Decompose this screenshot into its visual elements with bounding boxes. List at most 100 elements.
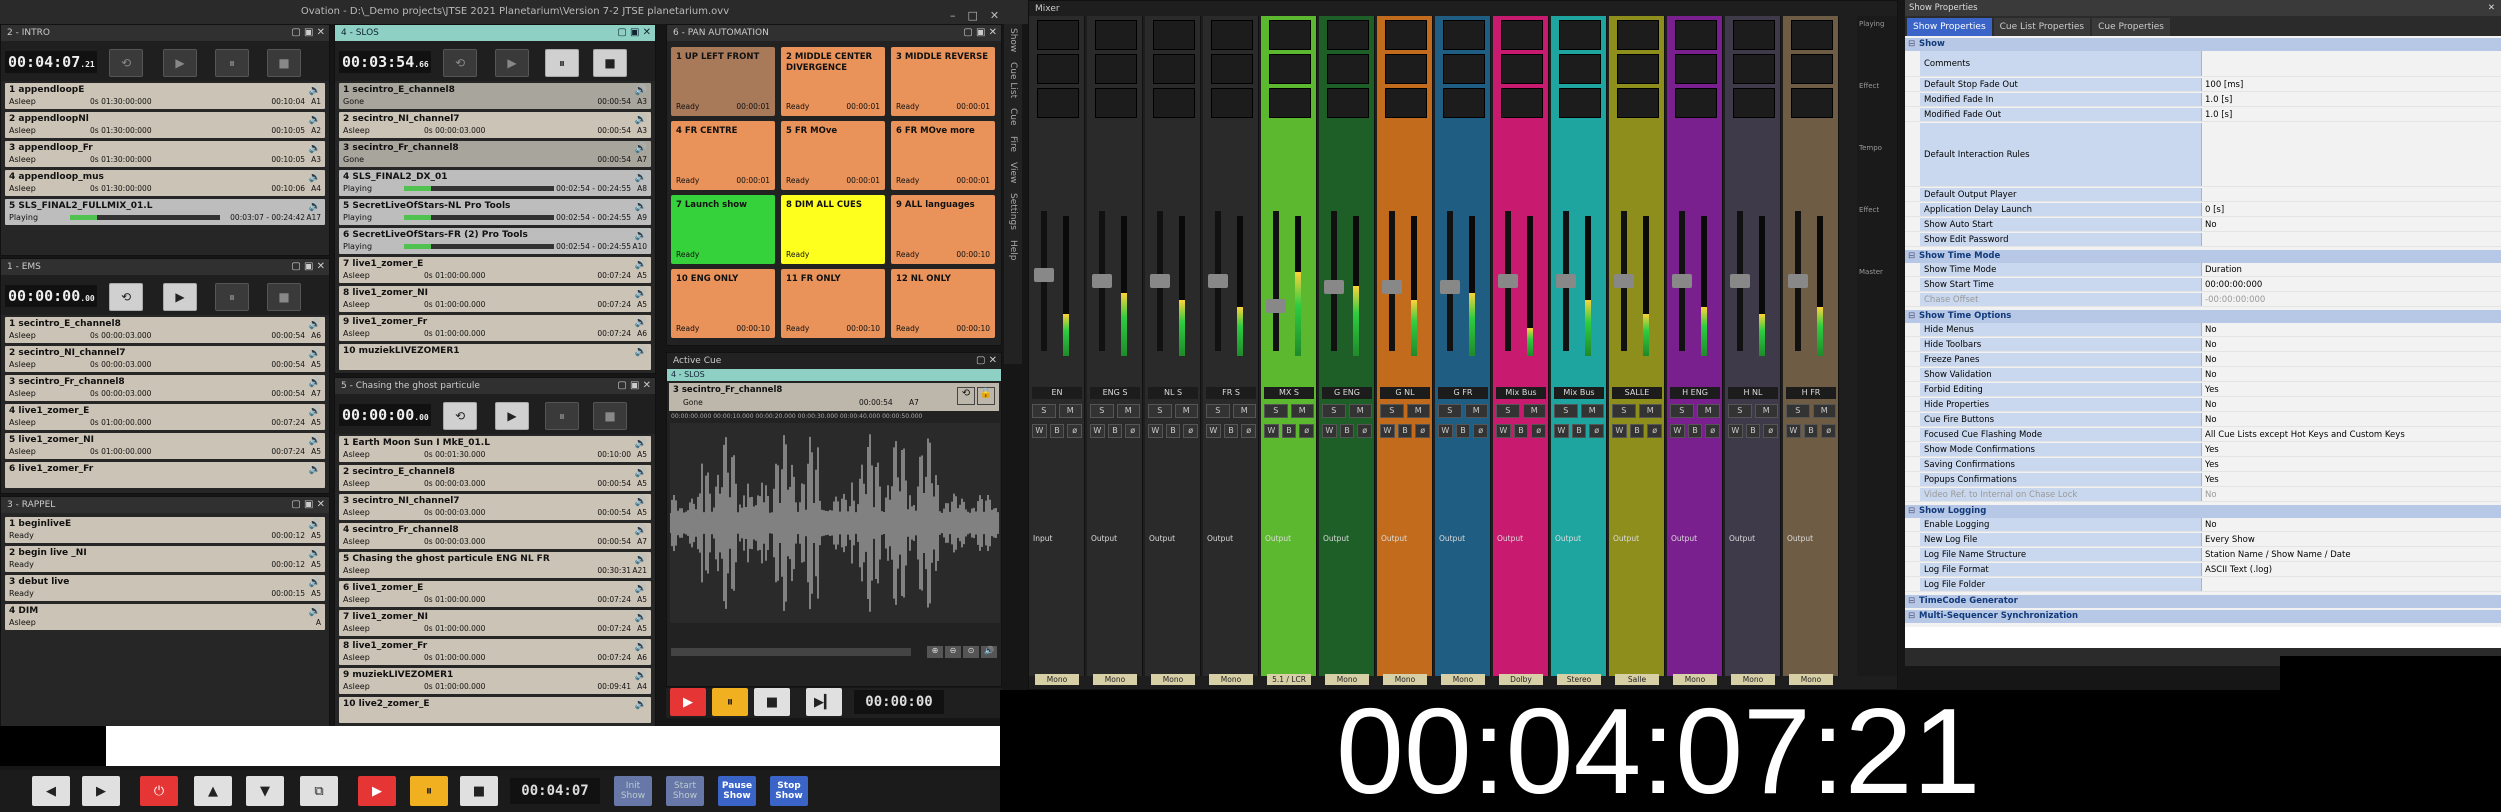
cue-pad[interactable]: 10 ENG ONLY Ready 00:00:10	[671, 269, 775, 338]
props-value[interactable]: No	[2202, 488, 2501, 501]
channel-option-button[interactable]: W	[1090, 424, 1105, 438]
cue-item[interactable]: 3 appendloop_Fr Asleep 0s 01:30:00:000 00:1…	[5, 141, 325, 167]
volume-fader[interactable]	[1150, 211, 1170, 351]
eq-display[interactable]	[1037, 20, 1079, 50]
down-button[interactable]: ▼	[246, 776, 284, 806]
cue-item[interactable]: 1 secintro_E_channel8 Asleep 0s 00:00:03.0…	[5, 317, 325, 343]
volume-fader[interactable]	[1556, 211, 1576, 351]
cue-item[interactable]: 1 appendloopE Asleep 0s 01:30:00:000 00:10:…	[5, 83, 325, 109]
cue-item[interactable]: 7 live1_zomer_E Asleep 0s 01:00:00.000 00:0…	[339, 257, 651, 283]
dynamics-display[interactable]	[1153, 54, 1195, 84]
solo-button[interactable]: S	[1496, 404, 1520, 418]
stop-button[interactable]: ■	[267, 283, 301, 311]
channel-option-button[interactable]: ø	[1183, 424, 1199, 438]
channel-option-button[interactable]: B	[1397, 424, 1413, 438]
channel-option-button[interactable]: B	[1165, 424, 1181, 438]
volume-fader[interactable]	[1672, 211, 1692, 351]
channel-option-button[interactable]: B	[1223, 424, 1239, 438]
volume-fader[interactable]	[1614, 211, 1634, 351]
mute-button[interactable]: M	[1348, 404, 1372, 418]
props-value[interactable]: All Cue Lists except Hot Keys and Custom…	[2202, 428, 2501, 441]
channel-option-button[interactable]: W	[1670, 424, 1685, 438]
side-tab[interactable]: Show	[1008, 28, 1018, 52]
mute-button[interactable]: M	[1116, 404, 1140, 418]
channel-option-button[interactable]: W	[1728, 424, 1743, 438]
props-row[interactable]: New Log File Every Show	[1905, 533, 2501, 547]
cue-pad[interactable]: 6 FR MOve more Ready 00:00:01	[891, 121, 995, 190]
props-tab[interactable]: Show Properties	[1907, 18, 1992, 36]
props-value[interactable]: No	[2202, 353, 2501, 366]
fader-knob[interactable]	[1034, 267, 1054, 282]
eq-display[interactable]	[1385, 20, 1427, 50]
dynamics-display[interactable]	[1037, 54, 1079, 84]
props-row[interactable]: Show Auto Start No	[1905, 218, 2501, 232]
pause-button[interactable]: ⏸	[712, 688, 748, 716]
props-row[interactable]: Video Ref. to Internal on Chase Lock No	[1905, 488, 2501, 502]
panel-controls[interactable]: ▢ ▣ ✕	[963, 25, 997, 41]
channel-option-button[interactable]: ø	[1357, 424, 1373, 438]
channel-option-button[interactable]: B	[1339, 424, 1355, 438]
props-value[interactable]: No	[2202, 218, 2501, 231]
dynamics-display[interactable]	[1675, 54, 1717, 84]
pause-button[interactable]: ⏸	[545, 49, 579, 77]
pan-display[interactable]	[1037, 88, 1079, 118]
pause-button[interactable]: ⏸	[215, 49, 249, 77]
next-button[interactable]: ▶▎	[806, 688, 842, 716]
props-tab[interactable]: Cue List Properties	[1993, 18, 2091, 36]
mute-button[interactable]: M	[1464, 404, 1488, 418]
pause-button[interactable]: ⏸	[410, 776, 448, 806]
solo-button[interactable]: S	[1148, 404, 1172, 418]
cue-item[interactable]: 5 Chasing the ghost particule ENG NL FR A…	[339, 552, 651, 578]
channel-label[interactable]: H NL	[1728, 387, 1778, 399]
channel-label[interactable]: ENG S	[1090, 387, 1140, 399]
props-value[interactable]: Yes	[2202, 443, 2501, 456]
cue-item[interactable]: 4 appendloop_mus Asleep 0s 01:30:00:000 00:…	[5, 170, 325, 196]
channel-option-button[interactable]: ø	[1415, 424, 1431, 438]
cue-item[interactable]: 8 live1_zomer_NI Asleep 0s 01:00:00.000 00:…	[339, 286, 651, 312]
volume-fader[interactable]	[1498, 211, 1518, 351]
play-button[interactable]: ▶	[495, 402, 529, 430]
play-button[interactable]: ▶	[163, 49, 197, 77]
panel-controls[interactable]: ▢ ▣ ✕	[291, 497, 325, 513]
channel-option-button[interactable]: ø	[1821, 424, 1837, 438]
eq-display[interactable]	[1327, 20, 1369, 50]
props-row[interactable]: Hide Toolbars No	[1905, 338, 2501, 352]
volume-fader[interactable]	[1266, 211, 1286, 351]
cue-item[interactable]: 5 live1_zomer_NI Asleep 0s 01:00:00.000 00:…	[5, 433, 325, 459]
play-button[interactable]: ▶	[670, 688, 706, 716]
side-tab[interactable]: View	[1008, 162, 1018, 183]
cue-item[interactable]: 5 SLS_FINAL2_FULLMIX_01.L Playing 00:03:07…	[5, 199, 325, 225]
cue-item[interactable]: 8 live1_zomer_Fr Asleep 0s 01:00:00.000 00:…	[339, 639, 651, 665]
mute-button[interactable]: M	[1058, 404, 1082, 418]
props-row[interactable]: Saving Confirmations Yes	[1905, 458, 2501, 472]
props-value[interactable]: No	[2202, 338, 2501, 351]
props-section[interactable]: Show Logging	[1905, 505, 2501, 518]
eq-display[interactable]	[1443, 20, 1485, 50]
props-section[interactable]: Show	[1905, 38, 2501, 51]
channel-option-button[interactable]: W	[1786, 424, 1801, 438]
dynamics-display[interactable]	[1327, 54, 1369, 84]
props-section[interactable]: Show Time Options	[1905, 310, 2501, 323]
channel-mode[interactable]: Mono	[1151, 674, 1195, 685]
channel-mode[interactable]: Mono	[1093, 674, 1137, 685]
props-value[interactable]: ASCII Text (.log)	[2202, 563, 2501, 576]
fader-knob[interactable]	[1498, 274, 1518, 288]
props-row[interactable]: Default Output Player	[1905, 188, 2501, 202]
pause-button[interactable]: ⏸	[215, 283, 249, 311]
props-row[interactable]: Hide Menus No	[1905, 323, 2501, 337]
solo-button[interactable]: S	[1438, 404, 1462, 418]
channel-option-button[interactable]: B	[1687, 424, 1703, 438]
fader-knob[interactable]	[1324, 280, 1344, 295]
loop-icon[interactable]: ⟲	[957, 387, 975, 405]
eq-display[interactable]	[1501, 20, 1543, 50]
cue-item[interactable]: 4 secintro_Fr_channel8 Asleep 0s 00:00:03.…	[339, 523, 651, 549]
props-row[interactable]: Hide Properties No	[1905, 398, 2501, 412]
stop-button[interactable]: ■	[460, 776, 498, 806]
channel-option-button[interactable]: ø	[1125, 424, 1141, 438]
channel-option-button[interactable]: W	[1032, 424, 1047, 438]
cue-pad[interactable]: 4 FR CENTRE Ready 00:00:01	[671, 121, 775, 190]
dynamics-display[interactable]	[1443, 54, 1485, 84]
eq-display[interactable]	[1269, 20, 1311, 50]
cue-item[interactable]: 3 debut live Ready 00:00:15 🔊 A5	[5, 575, 325, 601]
channel-option-button[interactable]: B	[1107, 424, 1123, 438]
